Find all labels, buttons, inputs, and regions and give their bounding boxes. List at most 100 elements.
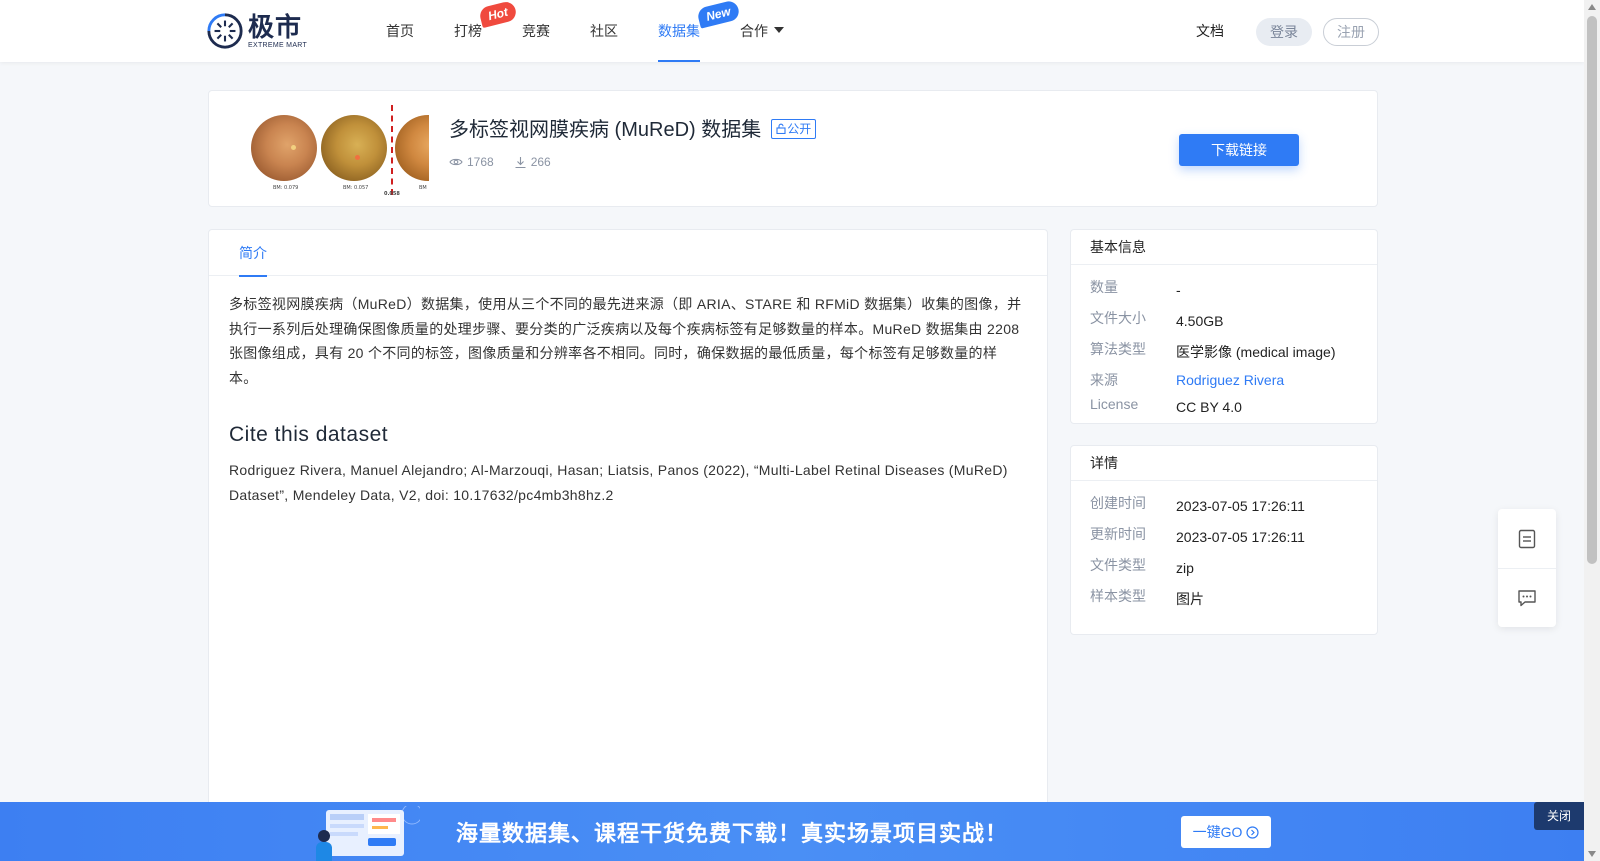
banner-close-button[interactable]: 关闭 bbox=[1534, 802, 1584, 830]
nav-community[interactable]: 社区 bbox=[590, 0, 618, 62]
info-key: 数量 bbox=[1090, 279, 1118, 295]
thumb-label-4: BM bbox=[419, 185, 427, 191]
info-key: 文件大小 bbox=[1090, 310, 1146, 326]
dataset-stats: 1768 266 bbox=[449, 155, 571, 169]
logo-en: EXTREME MART bbox=[248, 41, 308, 49]
detail-value: 图片 bbox=[1176, 591, 1204, 607]
dataset-thumbnail[interactable]: BM: 0.079 BM: 0.057 0.058 BM bbox=[241, 101, 429, 199]
views-stat: 1768 bbox=[449, 155, 494, 169]
views-count: 1768 bbox=[467, 155, 494, 169]
scroll-up-icon[interactable] bbox=[1588, 4, 1596, 10]
nav-community-label: 社区 bbox=[590, 23, 618, 39]
fundus-image-1 bbox=[251, 115, 317, 181]
nav-cooperation[interactable]: 合作 bbox=[740, 0, 784, 62]
nav-leaderboard[interactable]: 打榜 Hot bbox=[454, 0, 518, 62]
lock-icon bbox=[776, 123, 786, 135]
logo-cn: 极市 bbox=[248, 11, 303, 42]
docs-link[interactable]: 文档 bbox=[1196, 0, 1224, 62]
scroll-thumb[interactable] bbox=[1587, 16, 1597, 564]
info-row-license: License CC BY 4.0 bbox=[1090, 396, 1242, 415]
cite-text: Rodriguez Rivera, Manuel Alejandro; Al-M… bbox=[229, 462, 1008, 503]
download-link-button[interactable]: 下载链接 bbox=[1179, 134, 1299, 166]
public-tag-label: 公开 bbox=[787, 122, 812, 136]
arrow-circle-icon bbox=[1246, 826, 1259, 839]
tab-intro[interactable]: 简介 bbox=[239, 230, 267, 277]
downloads-stat: 266 bbox=[514, 155, 551, 169]
detail-row-filetype: 文件类型 zip bbox=[1090, 555, 1194, 576]
banner-text: 海量数据集、课程干货免费下载！真实场景项目实战！ bbox=[456, 821, 1009, 846]
nav-cooperation-label: 合作 bbox=[740, 23, 768, 39]
info-row-count: 数量 - bbox=[1090, 277, 1181, 298]
info-value: 4.50GB bbox=[1176, 313, 1224, 329]
detail-key: 文件类型 bbox=[1090, 557, 1146, 573]
detail-row-updated: 更新时间 2023-07-05 17:26:11 bbox=[1090, 524, 1305, 545]
details-card: 详情 创建时间 2023-07-05 17:26:11 更新时间 2023-07-0… bbox=[1070, 445, 1378, 635]
detail-key: 创建时间 bbox=[1090, 495, 1146, 511]
message-icon bbox=[1518, 590, 1536, 607]
floating-tools bbox=[1498, 509, 1556, 627]
main-nav: 首页 打榜 Hot 竞赛 社区 数据集 New 合作 bbox=[366, 0, 804, 62]
login-button[interactable]: 登录 bbox=[1256, 18, 1312, 46]
detail-value: zip bbox=[1176, 560, 1194, 576]
details-heading: 详情 bbox=[1071, 446, 1377, 481]
info-row-source: 来源 Rodriguez Rivera bbox=[1090, 370, 1284, 390]
info-row-size: 文件大小 4.50GB bbox=[1090, 308, 1224, 329]
basic-info-heading: 基本信息 bbox=[1071, 230, 1377, 265]
main-content-card: 简介 多标签视网膜疾病（MuReD）数据集，使用从三个不同的最先进来源（即 AR… bbox=[208, 229, 1048, 861]
page-scrollbar[interactable] bbox=[1584, 0, 1600, 861]
info-value: - bbox=[1176, 282, 1181, 298]
dataset-title: 多标签视网膜疾病 (MuReD) 数据集 公开 bbox=[449, 113, 817, 142]
nav-datasets[interactable]: 数据集 New bbox=[658, 0, 741, 62]
banner-illustration bbox=[316, 806, 420, 861]
info-value: CC BY 4.0 bbox=[1176, 399, 1242, 415]
feedback-tool-button[interactable] bbox=[1498, 568, 1556, 627]
nav-leaderboard-label: 打榜 bbox=[454, 23, 482, 39]
dataset-title-text: 多标签视网膜疾病 (MuReD) 数据集 bbox=[449, 119, 762, 141]
new-badge: New bbox=[696, 0, 741, 29]
info-key: 算法类型 bbox=[1090, 341, 1146, 357]
top-header: 极市 EXTREME MART 首页 打榜 Hot 竞赛 社区 数据集 New 合作… bbox=[0, 0, 1584, 62]
public-tag: 公开 bbox=[771, 119, 817, 139]
go-button-label: 一键GO bbox=[1192, 824, 1243, 840]
fundus-image-2 bbox=[321, 115, 387, 181]
logo-mark-icon bbox=[207, 13, 243, 49]
eye-icon bbox=[449, 158, 463, 166]
document-icon bbox=[1518, 529, 1536, 548]
intro-paragraph: 多标签视网膜疾病（MuReD）数据集，使用从三个不同的最先进来源（即 ARIA、… bbox=[229, 296, 1022, 386]
scroll-down-icon[interactable] bbox=[1588, 851, 1596, 857]
register-button[interactable]: 注册 bbox=[1323, 18, 1379, 46]
document-tool-button[interactable] bbox=[1498, 509, 1556, 568]
fundus-image-3 bbox=[395, 115, 429, 181]
nav-competition[interactable]: 竞赛 bbox=[522, 0, 550, 62]
detail-key: 样本类型 bbox=[1090, 588, 1146, 604]
detail-row-sampletype: 样本类型 图片 bbox=[1090, 586, 1204, 607]
nav-home[interactable]: 首页 bbox=[386, 0, 414, 62]
detail-value: 2023-07-05 17:26:11 bbox=[1176, 498, 1305, 514]
dashed-divider bbox=[391, 105, 393, 195]
thumb-label-2: BM: 0.057 bbox=[343, 185, 369, 191]
source-link[interactable]: Rodriguez Rivera bbox=[1176, 372, 1284, 388]
thumb-label-1: BM: 0.079 bbox=[273, 185, 299, 191]
detail-key: 更新时间 bbox=[1090, 526, 1146, 542]
promo-banner: 海量数据集、课程干货免费下载！真实场景项目实战！ 一键GO bbox=[0, 802, 1584, 861]
info-key: 来源 bbox=[1090, 372, 1118, 388]
detail-row-created: 创建时间 2023-07-05 17:26:11 bbox=[1090, 493, 1305, 514]
info-key: License bbox=[1090, 396, 1139, 412]
nav-competition-label: 竞赛 bbox=[522, 23, 550, 39]
caret-down-icon bbox=[774, 27, 784, 34]
download-icon bbox=[515, 156, 526, 168]
downloads-count: 266 bbox=[530, 155, 551, 169]
nav-datasets-label: 数据集 bbox=[658, 23, 700, 39]
logo[interactable]: 极市 EXTREME MART bbox=[206, 12, 307, 50]
detail-value: 2023-07-05 17:26:11 bbox=[1176, 529, 1305, 545]
dataset-header-card: BM: 0.079 BM: 0.057 0.058 BM 多标签视网膜疾病 (M… bbox=[208, 90, 1378, 207]
go-button[interactable]: 一键GO bbox=[1181, 816, 1271, 848]
info-value: 医学影像 (medical image) bbox=[1176, 344, 1336, 360]
content-tabs: 简介 bbox=[209, 230, 1047, 277]
nav-home-label: 首页 bbox=[386, 23, 414, 39]
thumb-label-3: 0.058 bbox=[384, 191, 400, 197]
hot-badge: Hot bbox=[478, 0, 518, 29]
info-row-algo: 算法类型 医学影像 (medical image) bbox=[1090, 339, 1336, 360]
cite-heading: Cite this dataset bbox=[229, 423, 389, 446]
basic-info-card: 基本信息 数量 - 文件大小 4.50GB 算法类型 医学影像 (medical im… bbox=[1070, 229, 1378, 424]
